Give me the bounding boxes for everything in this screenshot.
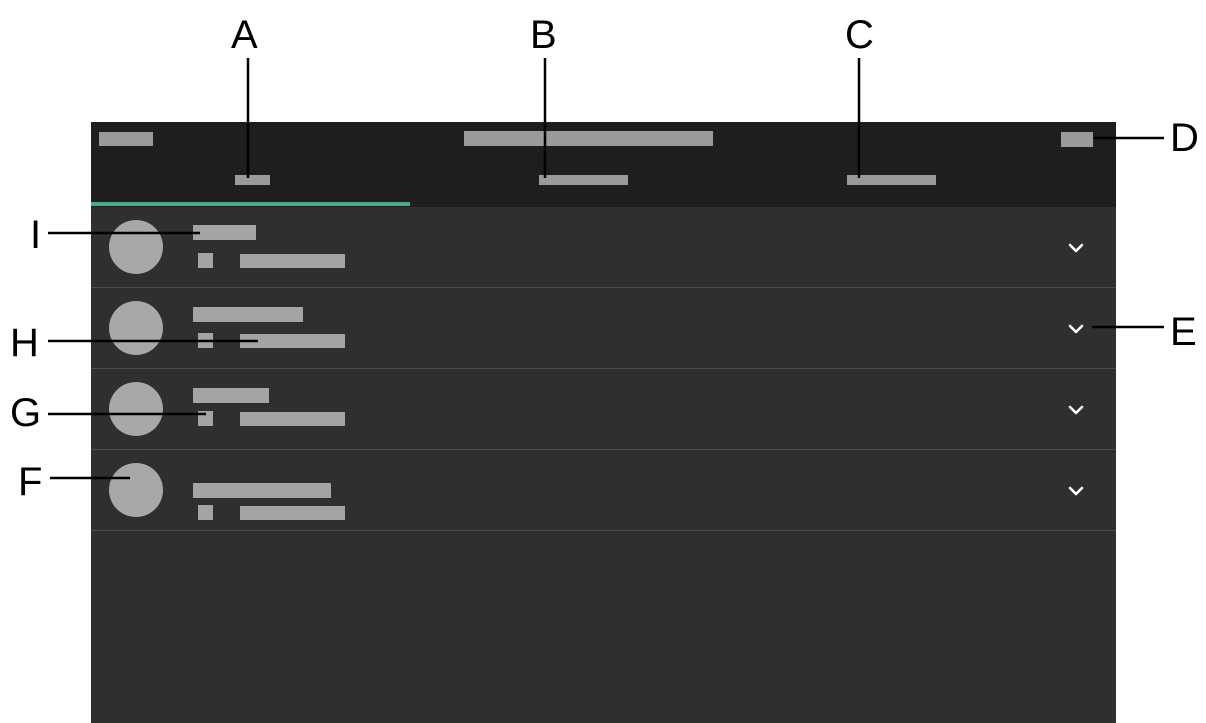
list-item-subtitle-placeholder [240,254,345,268]
chevron-down-icon[interactable] [1063,478,1089,504]
tab-b-label-placeholder [539,175,628,185]
app-bar [91,122,1116,207]
callout-g: G [10,391,42,435]
list-item-title-placeholder [193,388,269,403]
list-item[interactable] [91,369,1116,450]
callout-a: A [231,13,258,57]
callout-e: E [1170,310,1197,354]
chevron-down-icon[interactable] [1063,316,1089,342]
callout-b: B [530,13,557,57]
list-item-badge-placeholder [198,411,213,426]
list-item-subtitle-placeholder [240,334,345,348]
avatar-circle-icon [109,463,163,517]
callout-d: D [1170,116,1199,160]
callout-h: H [10,321,39,365]
list-item[interactable] [91,450,1116,531]
tab-selected-indicator [91,202,410,206]
app-screen [91,122,1116,723]
list-item-subtitle-placeholder [240,412,345,426]
list-item-title-placeholder [193,307,303,322]
tab-c[interactable] [740,122,1116,207]
list-item-title-placeholder [193,483,331,498]
callout-i: I [30,213,42,257]
list-item-title-placeholder [193,225,256,240]
list-item[interactable] [91,288,1116,369]
callout-f: F [18,460,43,504]
tab-b[interactable] [410,122,740,207]
tab-a[interactable] [91,122,410,207]
avatar-circle-icon [109,382,163,436]
tab-c-label-placeholder [847,175,936,185]
chevron-down-icon[interactable] [1063,397,1089,423]
list-item-subtitle-placeholder [240,506,345,520]
avatar-circle-icon [109,220,163,274]
tab-a-label-placeholder [235,175,270,185]
list-item-badge-placeholder [198,253,213,268]
chevron-down-icon[interactable] [1063,235,1089,261]
avatar-circle-icon [109,301,163,355]
list-item-badge-placeholder [198,505,213,520]
list-item[interactable] [91,207,1116,288]
list-item-badge-placeholder [198,333,213,348]
callout-c: C [845,13,874,57]
